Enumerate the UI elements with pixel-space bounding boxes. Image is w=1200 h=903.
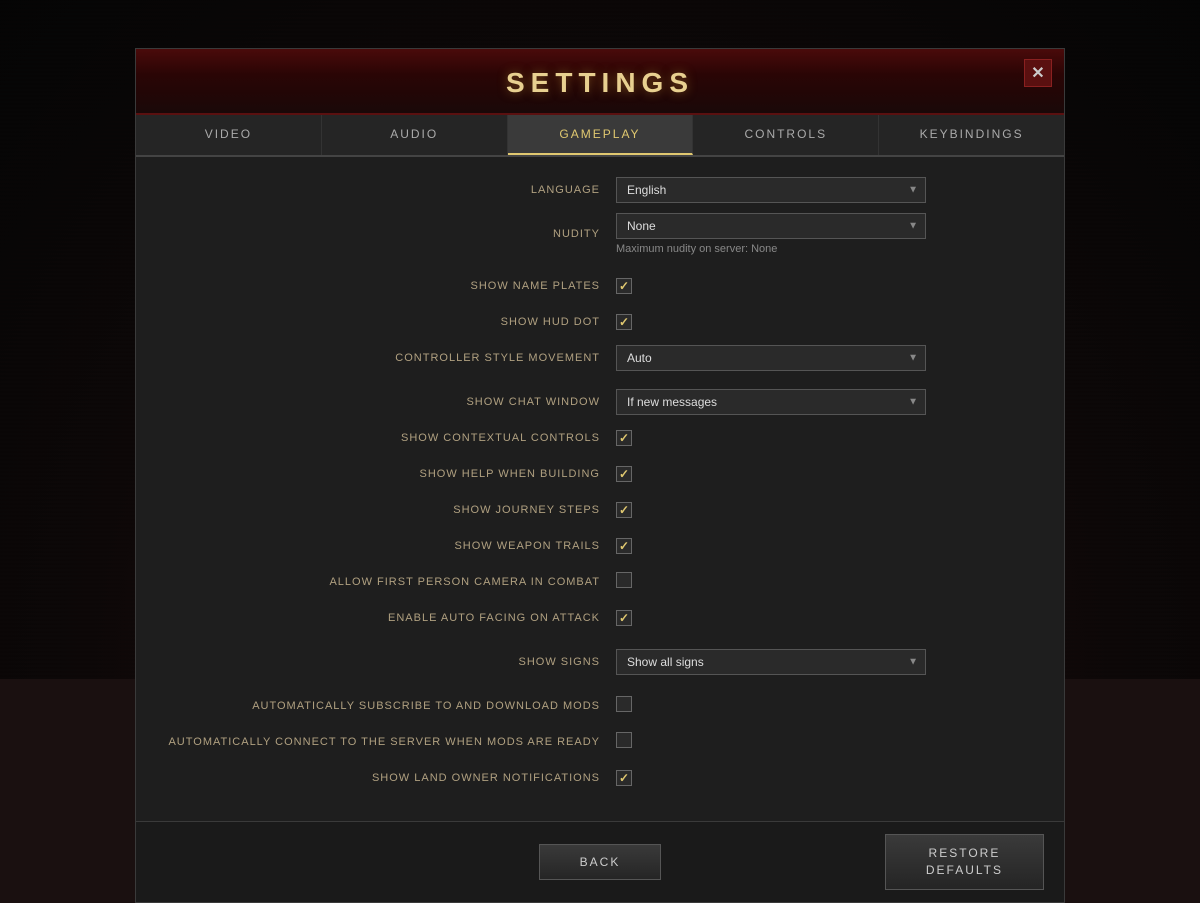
- allow-first-person-label: ALLOW FIRST PERSON CAMERA IN COMBAT: [156, 576, 616, 588]
- tab-keybindings[interactable]: KEYBINDINGS: [879, 115, 1064, 155]
- show-hud-dot-checkbox[interactable]: [616, 314, 632, 330]
- enable-auto-facing-row: ENABLE AUTO FACING ON ATTACK: [156, 605, 1024, 631]
- show-journey-steps-label: SHOW JOURNEY STEPS: [156, 504, 616, 516]
- enable-auto-facing-label: ENABLE AUTO FACING ON ATTACK: [156, 612, 616, 624]
- tabs-bar: VIDEO AUDIO GAMEPLAY CONTROLS KEYBINDING…: [136, 115, 1064, 157]
- auto-connect-mods-checkbox[interactable]: [616, 732, 632, 748]
- restore-defaults-label: RESTOREDEFAULTS: [926, 846, 1003, 877]
- controller-style-select[interactable]: Auto On Off: [616, 345, 926, 371]
- show-chat-window-control: Always If new messages Never: [616, 389, 1024, 415]
- auto-connect-mods-label: AUTOMATICALLY CONNECT TO THE SERVER WHEN…: [156, 736, 616, 748]
- modal-body: LANGUAGE English French German Spanish N…: [136, 157, 1064, 821]
- show-help-building-checkbox[interactable]: [616, 466, 632, 482]
- language-label: LANGUAGE: [156, 184, 616, 196]
- settings-modal: SETTINGS ✕ VIDEO AUDIO GAMEPLAY CONTROLS…: [135, 48, 1065, 903]
- show-weapon-trails-control: [616, 537, 1024, 555]
- show-help-building-row: SHOW HELP WHEN BUILDING: [156, 461, 1024, 487]
- allow-first-person-checkbox[interactable]: [616, 572, 632, 588]
- show-land-owner-control: [616, 769, 1024, 787]
- language-dropdown-wrap: English French German Spanish: [616, 177, 926, 203]
- show-signs-row: SHOW SIGNS Show all signs Show nearby si…: [156, 649, 1024, 675]
- show-contextual-label: SHOW CONTEXTUAL CONTROLS: [156, 432, 616, 444]
- show-land-owner-label: SHOW LAND OWNER NOTIFICATIONS: [156, 772, 616, 784]
- nudity-note: Maximum nudity on server: None: [616, 243, 1024, 255]
- language-row: LANGUAGE English French German Spanish: [156, 177, 1024, 203]
- auto-connect-mods-row: AUTOMATICALLY CONNECT TO THE SERVER WHEN…: [156, 729, 1024, 755]
- tab-controls[interactable]: CONTROLS: [693, 115, 879, 155]
- tab-audio[interactable]: AUDIO: [322, 115, 508, 155]
- nudity-control: None Partial Full Maximum nudity on serv…: [616, 213, 1024, 255]
- enable-auto-facing-control: [616, 609, 1024, 627]
- language-control: English French German Spanish: [616, 177, 1024, 203]
- auto-subscribe-mods-row: AUTOMATICALLY SUBSCRIBE TO AND DOWNLOAD …: [156, 693, 1024, 719]
- nudity-row: NUDITY None Partial Full Maximum nudity …: [156, 213, 1024, 255]
- nudity-dropdown-wrap: None Partial Full: [616, 213, 926, 239]
- tab-video[interactable]: VIDEO: [136, 115, 322, 155]
- controller-style-row: CONTROLLER STYLE MOVEMENT Auto On Off: [156, 345, 1024, 371]
- language-select[interactable]: English French German Spanish: [616, 177, 926, 203]
- controller-style-dropdown-wrap: Auto On Off: [616, 345, 926, 371]
- show-journey-steps-control: [616, 501, 1024, 519]
- show-weapon-trails-label: SHOW WEAPON TRAILS: [156, 540, 616, 552]
- show-hud-dot-control: [616, 313, 1024, 331]
- show-contextual-control: [616, 429, 1024, 447]
- show-name-plates-checkbox[interactable]: [616, 278, 632, 294]
- show-name-plates-row: SHOW NAME PLATES: [156, 273, 1024, 299]
- show-hud-dot-label: SHOW HUD DOT: [156, 316, 616, 328]
- restore-defaults-button[interactable]: RESTOREDEFAULTS: [885, 834, 1044, 890]
- controller-style-control: Auto On Off: [616, 345, 1024, 371]
- nudity-label: NUDITY: [156, 228, 616, 240]
- show-hud-dot-row: SHOW HUD DOT: [156, 309, 1024, 335]
- show-weapon-trails-row: SHOW WEAPON TRAILS: [156, 533, 1024, 559]
- show-chat-window-row: SHOW CHAT WINDOW Always If new messages …: [156, 389, 1024, 415]
- close-button[interactable]: ✕: [1024, 59, 1052, 87]
- show-weapon-trails-checkbox[interactable]: [616, 538, 632, 554]
- show-journey-steps-row: SHOW JOURNEY STEPS: [156, 497, 1024, 523]
- modal-footer: BACK RESTOREDEFAULTS: [136, 821, 1064, 902]
- show-signs-label: SHOW SIGNS: [156, 656, 616, 668]
- show-signs-select[interactable]: Show all signs Show nearby signs Hide al…: [616, 649, 926, 675]
- show-land-owner-row: SHOW LAND OWNER NOTIFICATIONS: [156, 765, 1024, 791]
- show-name-plates-control: [616, 277, 1024, 295]
- nudity-select[interactable]: None Partial Full: [616, 213, 926, 239]
- show-contextual-row: SHOW CONTEXTUAL CONTROLS: [156, 425, 1024, 451]
- show-land-owner-checkbox[interactable]: [616, 770, 632, 786]
- show-signs-dropdown-wrap: Show all signs Show nearby signs Hide al…: [616, 649, 926, 675]
- allow-first-person-control: [616, 572, 1024, 593]
- show-chat-dropdown-wrap: Always If new messages Never: [616, 389, 926, 415]
- controller-style-label: CONTROLLER STYLE MOVEMENT: [156, 352, 616, 364]
- show-contextual-checkbox[interactable]: [616, 430, 632, 446]
- show-chat-window-label: SHOW CHAT WINDOW: [156, 396, 616, 408]
- modal-header: SETTINGS ✕: [136, 49, 1064, 115]
- show-journey-steps-checkbox[interactable]: [616, 502, 632, 518]
- enable-auto-facing-checkbox[interactable]: [616, 610, 632, 626]
- show-help-building-label: SHOW HELP WHEN BUILDING: [156, 468, 616, 480]
- show-chat-select[interactable]: Always If new messages Never: [616, 389, 926, 415]
- modal-title: SETTINGS: [136, 67, 1064, 99]
- tab-gameplay[interactable]: GAMEPLAY: [508, 115, 694, 155]
- back-button[interactable]: BACK: [539, 844, 662, 880]
- show-name-plates-label: SHOW NAME PLATES: [156, 280, 616, 292]
- show-signs-control: Show all signs Show nearby signs Hide al…: [616, 649, 1024, 675]
- auto-subscribe-mods-control: [616, 696, 1024, 717]
- show-help-building-control: [616, 465, 1024, 483]
- auto-connect-mods-control: [616, 732, 1024, 753]
- allow-first-person-row: ALLOW FIRST PERSON CAMERA IN COMBAT: [156, 569, 1024, 595]
- auto-subscribe-mods-label: AUTOMATICALLY SUBSCRIBE TO AND DOWNLOAD …: [156, 700, 616, 712]
- auto-subscribe-mods-checkbox[interactable]: [616, 696, 632, 712]
